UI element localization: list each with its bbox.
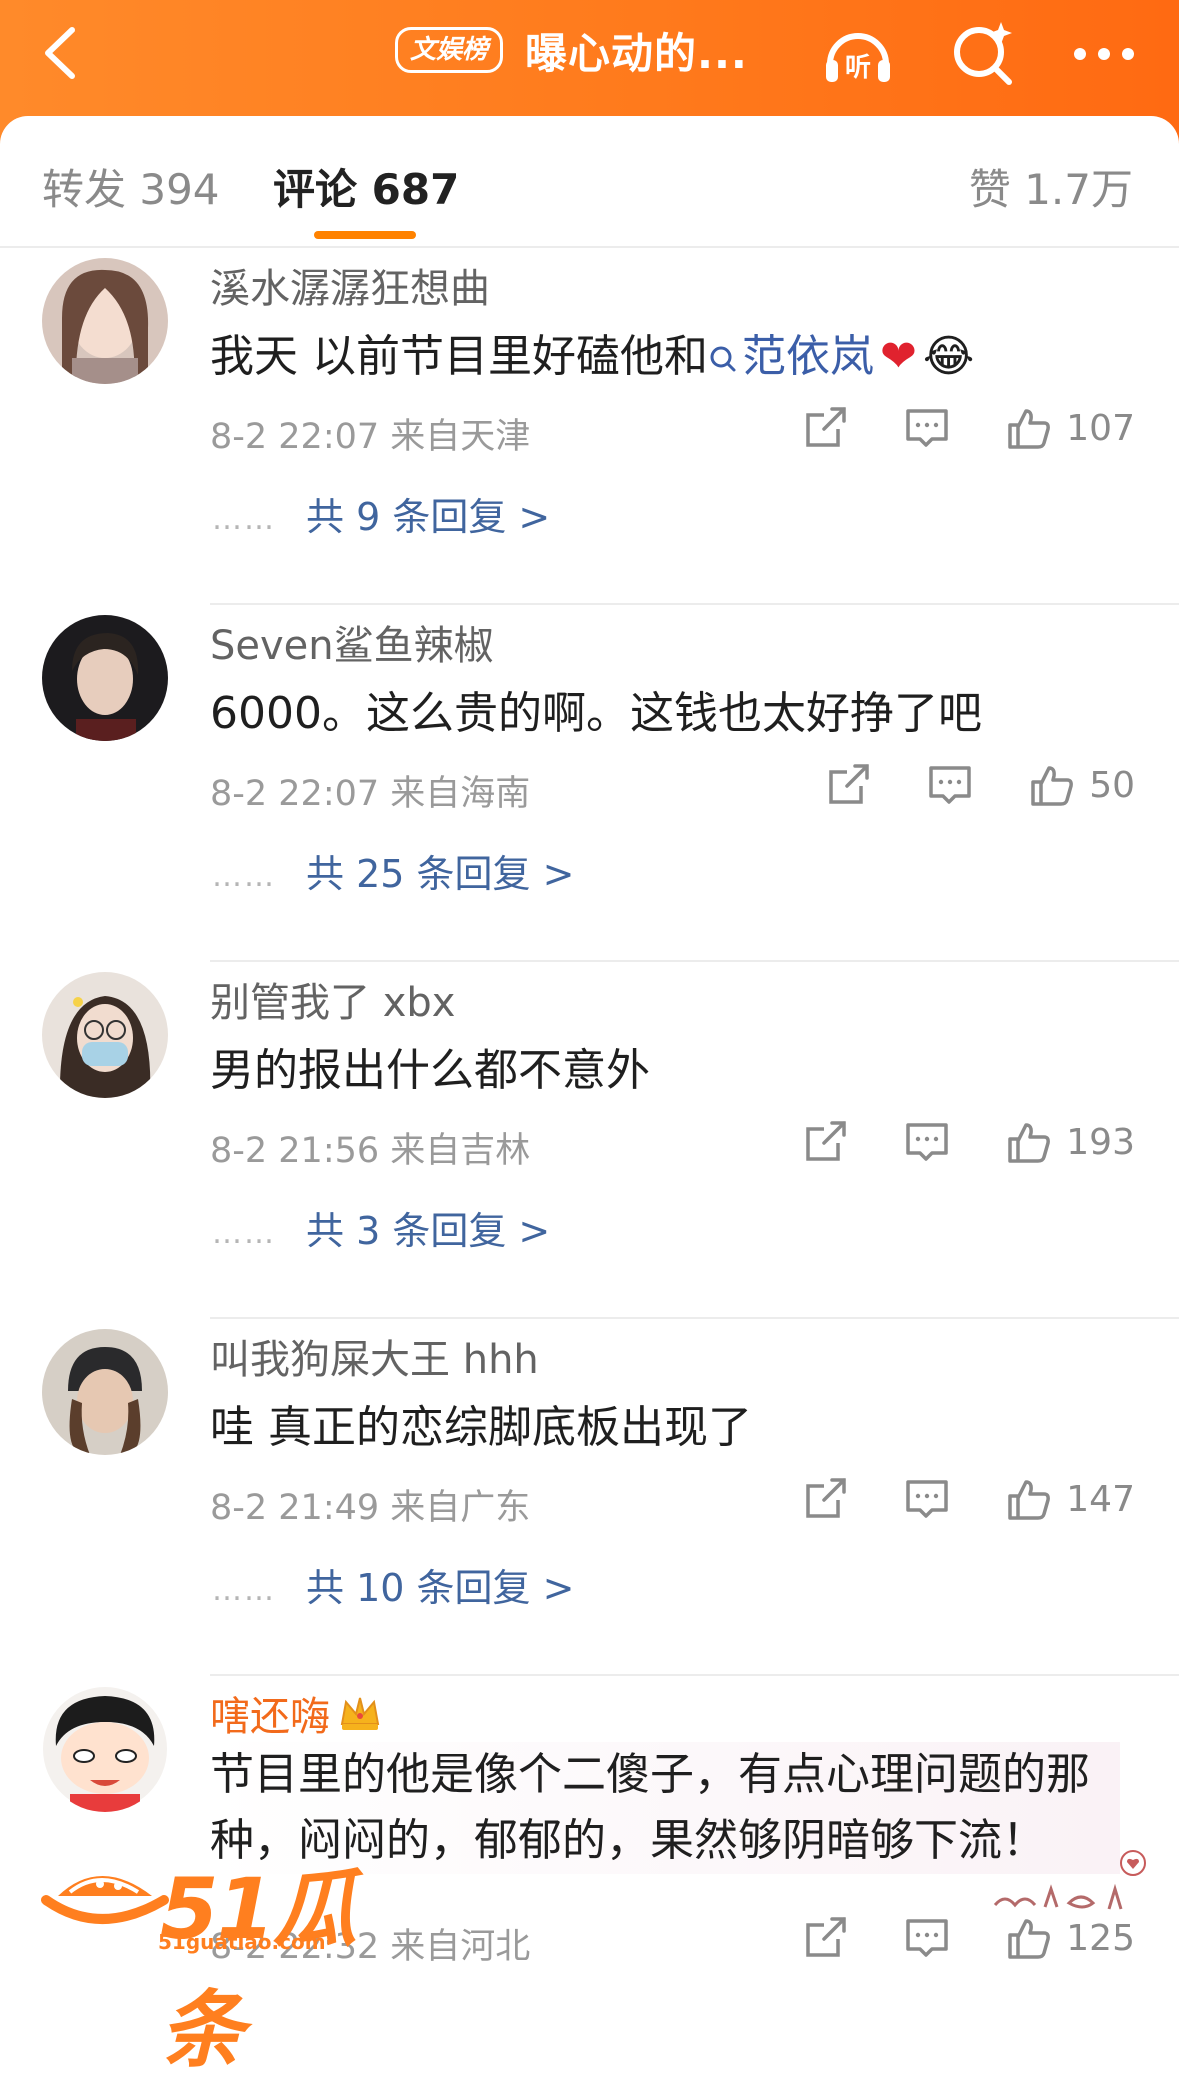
comment-username[interactable]: 别管我了 xbx [210, 970, 455, 1028]
avatar[interactable] [42, 258, 168, 384]
avatar[interactable] [42, 1686, 168, 1812]
comment-text-body: 我天 以前节目里好磕他和 [210, 331, 708, 382]
avatar-image [42, 258, 168, 384]
tab-repost[interactable]: 转发 394 [42, 156, 220, 217]
search-icon [954, 22, 1012, 85]
view-replies-label: 共 3 条回复 > [306, 1209, 551, 1253]
avatar-image [42, 972, 168, 1098]
view-replies-link[interactable]: …… 共 10 条回复 > [212, 1557, 574, 1612]
active-tab-indicator [314, 231, 416, 239]
view-replies-label: 共 25 条回复 > [306, 852, 575, 896]
reply-dots: …… [212, 502, 276, 537]
avatar-image [42, 615, 168, 741]
back-button[interactable] [28, 18, 98, 88]
search-mini-icon [708, 334, 738, 385]
watermark-logo: 51瓜条 51guatiao.com [40, 1838, 420, 2079]
share-icon[interactable] [802, 1119, 848, 1165]
avatar-image [42, 1329, 168, 1455]
laugh-cry-emoji: 😂 [922, 331, 975, 382]
comment-username[interactable]: 溪水潺潺狂想曲 [210, 256, 490, 314]
comment-text: 男的报出什么都不意外 [210, 1045, 650, 1096]
comment-icon[interactable] [904, 405, 950, 451]
comment-meta: 8-2 22:07 来自天津 [210, 417, 531, 457]
search-button[interactable] [943, 14, 1023, 94]
listen-icon: 听 [826, 33, 890, 83]
comment-text-line: 节目里的他是像个二傻子，有点心理问题的那 [210, 1749, 1090, 1800]
comment-item: 溪水潺潺狂想曲 我天 以前节目里好磕他和 范依岚 ❤ 😂 8-2 22:07 来自天津… [0, 248, 1179, 605]
comment-meta: 8-2 21:56 来自吉林 [210, 1131, 531, 1171]
like-count: 107 [1066, 407, 1135, 449]
comment-item: 别管我了 xbx 男的报出什么都不意外 8-2 21:56 来自吉林 193 …… [0, 962, 1179, 1319]
page-title: 曝心动的... [525, 28, 748, 78]
view-replies-link[interactable]: …… 共 25 条回复 > [212, 843, 574, 898]
melon-logo-icon [41, 1876, 169, 1924]
comment-meta: 8-2 21:49 来自广东 [210, 1488, 531, 1528]
like-icon[interactable] [1006, 1476, 1052, 1522]
reply-dots: …… [212, 859, 276, 894]
reply-dots: …… [212, 1216, 276, 1251]
svg-text:听: 听 [845, 53, 871, 83]
share-icon[interactable] [802, 1476, 848, 1522]
watermark-brand: 51瓜条 [160, 1860, 357, 2079]
like-icon[interactable] [1006, 405, 1052, 451]
comment-actions: 107 [802, 398, 1135, 458]
comment-icon[interactable] [904, 1119, 950, 1165]
comment-username[interactable]: 嗐还嗨 [210, 1684, 382, 1744]
tab-like[interactable]: 赞 1.7万 [969, 156, 1133, 217]
tab-comment[interactable]: 评论 687 [273, 156, 459, 217]
avatar[interactable] [42, 972, 168, 1098]
more-icon [1074, 48, 1134, 60]
heart-icon: ❤ [880, 331, 917, 382]
comment-icon[interactable] [927, 762, 973, 808]
crown-icon [338, 1694, 382, 1744]
view-replies-label: 共 9 条回复 > [306, 495, 551, 539]
tab-bar: 转发 394 评论 687 赞 1.7万 [0, 116, 1179, 246]
comment-item: 叫我狗屎大王 hhh 哇 真正的恋综脚底板出现了 8-2 21:49 来自广东 … [0, 1319, 1179, 1676]
avatar[interactable] [42, 1329, 168, 1455]
view-replies-link[interactable]: …… 共 9 条回复 > [212, 486, 550, 541]
share-icon[interactable] [825, 762, 871, 808]
listen-button[interactable]: 听 [818, 14, 898, 94]
like-count: 50 [1089, 764, 1135, 806]
hot-list-badge: 文娱榜 [395, 27, 504, 73]
hands-heart-icon [993, 1850, 1146, 1910]
comment-actions: 147 [802, 1469, 1135, 1529]
like-icon[interactable] [1006, 1119, 1052, 1165]
comment-sticker-decoration [985, 1845, 1155, 1933]
more-button[interactable] [1064, 14, 1144, 94]
title-area[interactable]: 文娱榜 曝心动的... [395, 22, 748, 78]
comment-actions: 193 [802, 1112, 1135, 1172]
avatar-image [43, 1687, 167, 1812]
comment-icon[interactable] [904, 1915, 950, 1961]
back-arrow-icon [45, 27, 75, 79]
comment-username[interactable]: 叫我狗屎大王 hhh [210, 1327, 539, 1385]
topic-link[interactable]: 范依岚 [708, 331, 874, 382]
avatar[interactable] [42, 615, 168, 741]
view-replies-link[interactable]: …… 共 3 条回复 > [212, 1200, 550, 1255]
comment-meta: 8-2 22:07 来自海南 [210, 774, 531, 814]
comment-actions: 50 [825, 755, 1135, 815]
share-icon[interactable] [802, 405, 848, 451]
comment-username-label: 嗐还嗨 [210, 1694, 330, 1740]
share-icon[interactable] [802, 1915, 848, 1961]
reply-dots: …… [212, 1573, 276, 1608]
like-count: 193 [1066, 1121, 1135, 1163]
comment-item: Seven鲨鱼辣椒 6000。这么贵的啊。这钱也太好挣了吧 8-2 22:07 … [0, 605, 1179, 962]
comment-text: 6000。这么贵的啊。这钱也太好挣了吧 [210, 688, 982, 739]
view-replies-label: 共 10 条回复 > [306, 1566, 575, 1610]
like-count: 147 [1066, 1478, 1135, 1520]
watermark-url: 51guatiao.com [158, 1930, 326, 1954]
topic-link-label: 范依岚 [742, 331, 874, 382]
like-icon[interactable] [1029, 762, 1075, 808]
comment-text: 我天 以前节目里好磕他和 范依岚 ❤ 😂 [210, 320, 974, 385]
comment-username[interactable]: Seven鲨鱼辣椒 [210, 613, 494, 671]
comment-icon[interactable] [904, 1476, 950, 1522]
comment-text: 哇 真正的恋综脚底板出现了 [210, 1402, 752, 1453]
